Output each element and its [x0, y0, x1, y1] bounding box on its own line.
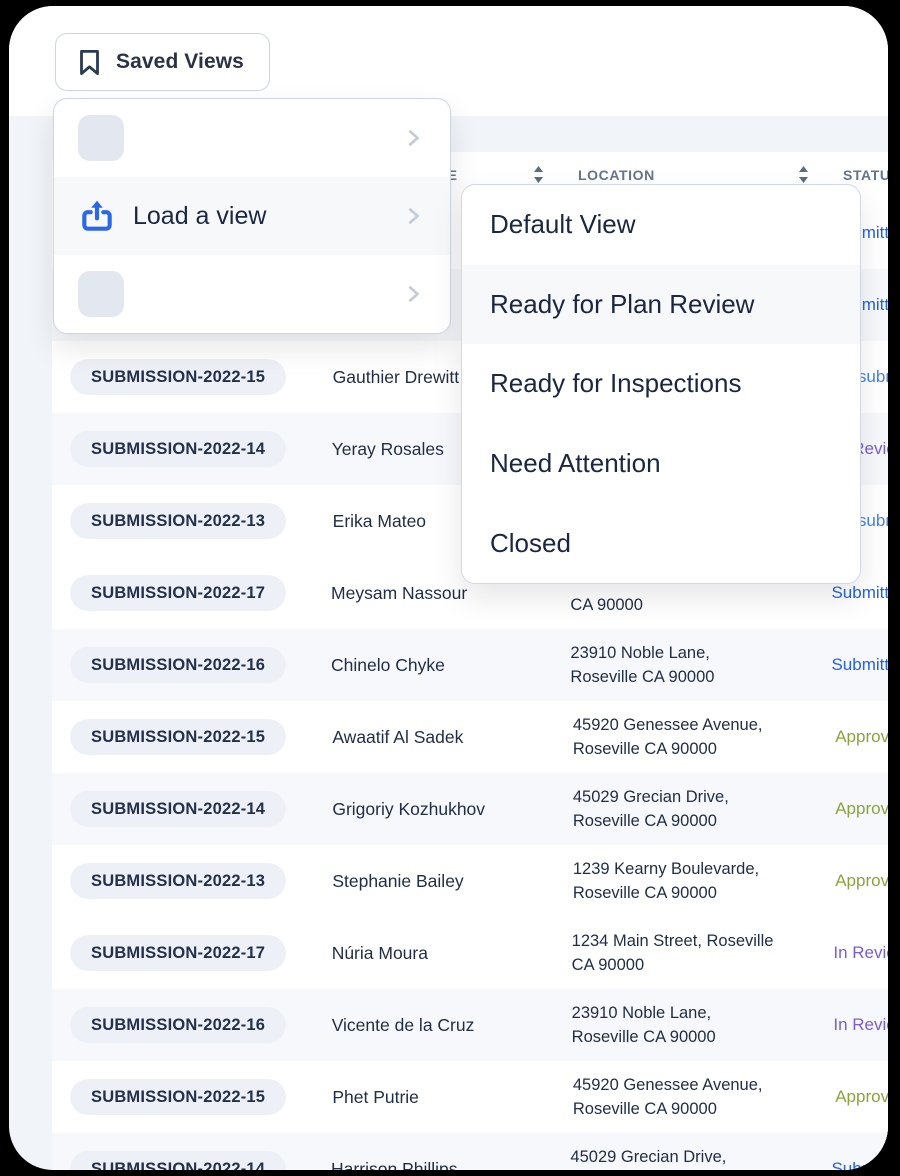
location-cell: 45029 Grecian Drive, Roseville CA 90000: [573, 785, 835, 833]
submenu-item-closed[interactable]: Closed: [462, 503, 860, 583]
upload-icon: [78, 197, 116, 235]
submission-id-cell: SUBMISSION-2022-14: [52, 791, 332, 827]
table-row[interactable]: SUBMISSION-2022-14 Harrison Phillips 450…: [52, 1133, 888, 1170]
location-cell: 23910 Noble Lane, Roseville CA 90000: [572, 1001, 834, 1049]
name-cell: Phet Putrie: [332, 1087, 573, 1108]
saved-views-button[interactable]: Saved Views: [55, 33, 270, 91]
submission-id-badge: SUBMISSION-2022-15: [70, 719, 286, 755]
submission-id-cell: SUBMISSION-2022-15: [52, 1079, 332, 1115]
sort-icon[interactable]: [532, 165, 545, 184]
name-cell: Chinelo Chyke: [331, 655, 570, 676]
menu-item-placeholder[interactable]: [54, 255, 450, 333]
submission-id-cell: SUBMISSION-2022-17: [52, 935, 332, 971]
status-cell: Submitted: [831, 1159, 888, 1170]
sort-icon[interactable]: [797, 165, 810, 184]
status-cell: Approved: [835, 799, 888, 819]
chevron-right-icon: [402, 205, 424, 227]
submission-id-cell: SUBMISSION-2022-16: [52, 1007, 332, 1043]
status-cell: In Review: [833, 1015, 888, 1035]
app-page: NAME LOCATION STATUS: [9, 6, 888, 1170]
name-cell: Grigoriy Kozhukhov: [332, 799, 573, 820]
submission-id-cell: SUBMISSION-2022-16: [52, 647, 331, 683]
placeholder-square: [78, 271, 124, 317]
submenu-item-ready-for-inspections[interactable]: Ready for Inspections: [462, 344, 860, 424]
submenu-item-default-view[interactable]: Default View: [462, 185, 860, 265]
status-cell: Approved: [835, 727, 888, 747]
submission-id-badge: SUBMISSION-2022-14: [70, 431, 286, 467]
submission-id-badge: SUBMISSION-2022-17: [70, 575, 286, 611]
location-cell: 1239 Kearny Boulevarde, Roseville CA 900…: [573, 857, 835, 905]
submission-id-badge: SUBMISSION-2022-14: [70, 791, 286, 827]
placeholder-square: [78, 115, 124, 161]
status-cell: Approved: [835, 1087, 888, 1107]
saved-views-label: Saved Views: [116, 50, 244, 74]
chevron-right-icon: [402, 283, 424, 305]
name-cell: Núria Moura: [332, 943, 572, 964]
menu-item-label: Load a view: [133, 202, 266, 231]
location-cell: 23910 Noble Lane, Roseville CA 90000: [570, 641, 831, 689]
status-cell: Submitted: [831, 583, 888, 603]
submission-id-badge: SUBMISSION-2022-13: [70, 863, 286, 899]
status-cell: Submitted: [831, 655, 888, 675]
submission-id-cell: SUBMISSION-2022-15: [52, 719, 332, 755]
name-cell: Vicente de la Cruz: [332, 1015, 572, 1036]
submission-id-badge: SUBMISSION-2022-16: [70, 1007, 286, 1043]
submission-id-cell: SUBMISSION-2022-13: [52, 503, 333, 539]
table-row[interactable]: SUBMISSION-2022-16 Chinelo Chyke 23910 N…: [52, 629, 888, 701]
submission-id-cell: SUBMISSION-2022-14: [52, 431, 332, 467]
submission-id-cell: SUBMISSION-2022-17: [52, 575, 331, 611]
submenu-item-need-attention[interactable]: Need Attention: [462, 424, 860, 504]
submission-id-cell: SUBMISSION-2022-15: [52, 359, 333, 395]
table-row[interactable]: SUBMISSION-2022-14 Grigoriy Kozhukhov 45…: [52, 773, 888, 845]
submission-id-cell: SUBMISSION-2022-14: [52, 1151, 331, 1170]
name-cell: Meysam Nassour: [331, 583, 570, 604]
location-cell: 45920 Genessee Avenue, Roseville CA 9000…: [573, 713, 835, 761]
submission-id-badge: SUBMISSION-2022-14: [70, 1151, 286, 1170]
status-cell: In Review: [833, 943, 888, 963]
name-cell: Awaatif Al Sadek: [332, 727, 573, 748]
menu-item-load-a-view[interactable]: Load a view: [54, 177, 450, 255]
submenu-item-ready-for-plan-review[interactable]: Ready for Plan Review: [462, 265, 860, 345]
chevron-right-icon: [402, 127, 424, 149]
column-header-status-label: STATUS: [843, 167, 888, 183]
menu-item-placeholder[interactable]: [54, 99, 450, 177]
name-cell: Stephanie Bailey: [332, 871, 573, 892]
submission-id-badge: SUBMISSION-2022-17: [70, 935, 286, 971]
submission-id-badge: SUBMISSION-2022-15: [70, 1079, 286, 1115]
table-row[interactable]: SUBMISSION-2022-15 Phet Putrie 45920 Gen…: [52, 1061, 888, 1133]
load-view-submenu: Default ViewReady for Plan ReviewReady f…: [461, 184, 861, 584]
table-row[interactable]: SUBMISSION-2022-16 Vicente de la Cruz 23…: [52, 989, 888, 1061]
screenshot-stage: NAME LOCATION STATUS: [0, 0, 900, 1176]
submission-id-badge: SUBMISSION-2022-13: [70, 503, 286, 539]
table-row[interactable]: SUBMISSION-2022-13 Stephanie Bailey 1239…: [52, 845, 888, 917]
saved-views-menu: Load a view: [53, 98, 451, 334]
column-header-location-label: LOCATION: [578, 167, 655, 183]
table-row[interactable]: SUBMISSION-2022-15 Awaatif Al Sadek 4592…: [52, 701, 888, 773]
name-cell: Harrison Phillips: [331, 1159, 570, 1171]
status-cell: Approved: [835, 871, 888, 891]
table-row[interactable]: SUBMISSION-2022-17 Núria Moura 1234 Main…: [52, 917, 888, 989]
bookmark-icon: [78, 48, 101, 76]
submission-id-cell: SUBMISSION-2022-13: [52, 863, 332, 899]
location-cell: 45029 Grecian Drive, Roseville CA 90000: [570, 1145, 831, 1170]
location-cell: 1234 Main Street, Roseville CA 90000: [572, 929, 834, 977]
submission-id-badge: SUBMISSION-2022-16: [70, 647, 286, 683]
location-cell: 45920 Genessee Avenue, Roseville CA 9000…: [573, 1073, 835, 1121]
submission-id-badge: SUBMISSION-2022-15: [70, 359, 286, 395]
